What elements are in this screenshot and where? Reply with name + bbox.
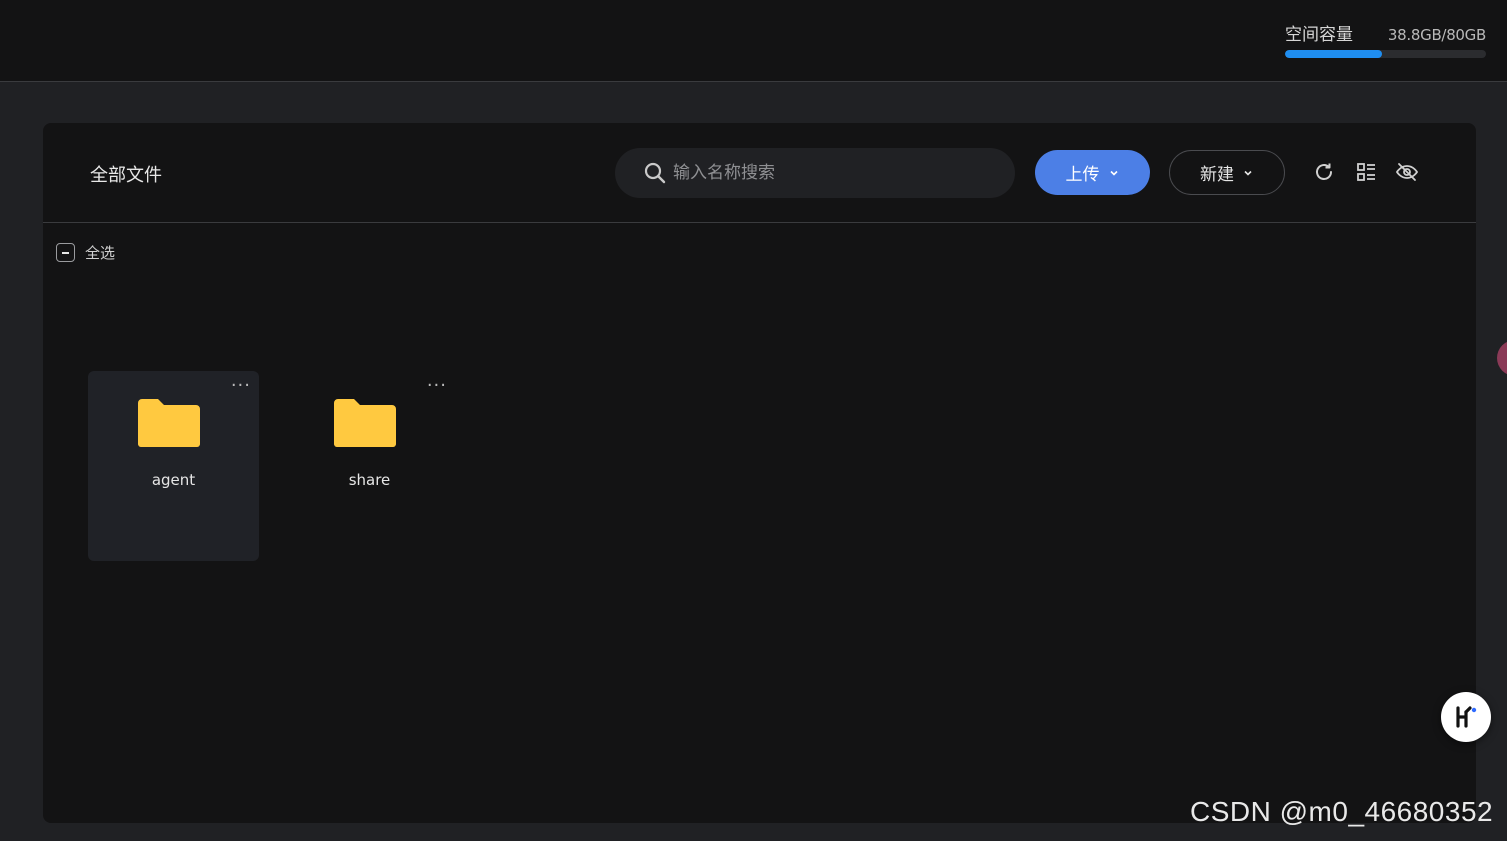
folder-icon <box>138 399 200 447</box>
folder-icon <box>334 399 396 447</box>
file-item-agent[interactable]: ··· agent <box>88 371 259 561</box>
select-all[interactable]: 全选 <box>56 242 115 263</box>
upload-button[interactable]: 上传 <box>1035 150 1150 195</box>
refresh-button[interactable] <box>1312 160 1336 184</box>
storage-usage: 空间容量 38.8GB/80GB <box>1285 20 1486 58</box>
panel-header: 全部文件 上传 新建 <box>43 123 1476 223</box>
new-button[interactable]: 新建 <box>1169 150 1285 195</box>
hide-icon <box>1395 163 1419 181</box>
more-options-icon[interactable]: ··· <box>427 377 447 395</box>
storage-progress-fill <box>1285 50 1383 58</box>
select-all-label: 全选 <box>85 244 116 262</box>
assistant-button[interactable] <box>1441 692 1491 742</box>
file-panel: 全部文件 上传 新建 <box>43 123 1476 823</box>
view-toggle-icon <box>1357 163 1375 181</box>
storage-value: 38.8GB/80GB <box>1387 26 1486 44</box>
search-icon <box>644 162 666 184</box>
hide-button[interactable] <box>1395 160 1419 184</box>
side-float-button[interactable] <box>1497 340 1507 376</box>
new-button-label: 新建 <box>1200 165 1234 185</box>
search-box[interactable] <box>615 148 1015 198</box>
view-toggle-button[interactable] <box>1354 160 1378 184</box>
assistant-logo-icon <box>1456 706 1477 728</box>
upload-button-label: 上传 <box>1065 165 1100 185</box>
file-name: share <box>348 471 391 489</box>
select-all-checkbox[interactable] <box>56 243 75 262</box>
file-item-share[interactable]: ··· share <box>284 371 455 561</box>
chevron-down-icon <box>1109 170 1118 176</box>
storage-label: 空间容量 <box>1285 25 1353 45</box>
search-input[interactable] <box>673 163 973 183</box>
chevron-down-icon <box>1244 170 1252 176</box>
breadcrumb[interactable]: 全部文件 <box>90 161 162 187</box>
refresh-icon <box>1316 163 1332 180</box>
more-options-icon[interactable]: ··· <box>231 377 251 395</box>
watermark: CSDN @m0_46680352 <box>1190 796 1494 827</box>
storage-progress-bar <box>1285 50 1486 58</box>
file-name: agent <box>151 471 196 489</box>
top-bar: 空间容量 38.8GB/80GB <box>0 0 1507 82</box>
